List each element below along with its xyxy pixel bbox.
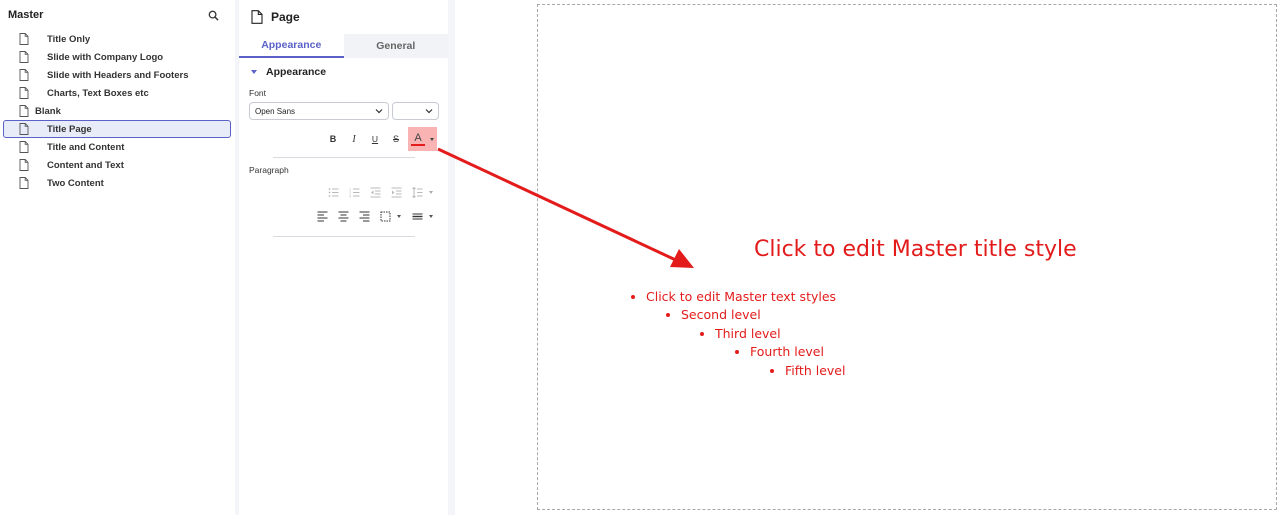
- increase-indent-icon[interactable]: [387, 183, 405, 201]
- master-title: Master: [8, 9, 44, 21]
- tab-appearance[interactable]: Appearance: [239, 34, 344, 58]
- bullet-list-icon[interactable]: [324, 183, 342, 201]
- vertical-align-dropdown-icon[interactable]: [429, 214, 433, 218]
- document-icon: [19, 177, 29, 189]
- align-right-icon[interactable]: [355, 207, 373, 225]
- document-icon: [19, 87, 29, 99]
- page-icon: [251, 10, 263, 24]
- layout-item-title-page[interactable]: Title Page: [3, 120, 231, 138]
- line-spacing-dropdown-icon[interactable]: [429, 190, 433, 194]
- border-dropdown-icon[interactable]: [397, 214, 401, 218]
- layout-item-label: Charts, Text Boxes etc: [47, 87, 149, 99]
- divider: [273, 157, 415, 158]
- section-title: Appearance: [266, 66, 327, 78]
- document-icon: [19, 123, 29, 135]
- document-icon: [19, 105, 29, 117]
- bullet-level-4: Fourth level: [735, 344, 824, 359]
- appearance-section-toggle[interactable]: Appearance: [239, 58, 448, 86]
- bullet-dot: [735, 349, 739, 354]
- align-left-icon[interactable]: [313, 207, 331, 225]
- properties-title: Page: [271, 10, 300, 24]
- document-icon: [19, 159, 29, 171]
- properties-tabs: Appearance General: [239, 34, 448, 58]
- layout-item-label: Title Page: [47, 123, 92, 135]
- bullet-level-3: Third level: [700, 326, 781, 341]
- font-color-button[interactable]: A: [411, 132, 425, 146]
- tab-general[interactable]: General: [343, 34, 448, 58]
- layout-list: Title Only Slide with Company Logo Slide…: [0, 30, 235, 192]
- caret-down-icon: [251, 70, 257, 74]
- numbered-list-icon[interactable]: 123: [345, 183, 363, 201]
- bullet-dot: [770, 368, 774, 373]
- layout-item-blank[interactable]: Blank: [0, 102, 235, 120]
- document-icon: [19, 51, 29, 63]
- font-color-dropdown-icon[interactable]: [430, 137, 434, 141]
- strikethrough-button[interactable]: S: [387, 129, 405, 149]
- layout-item-two-content[interactable]: Two Content: [0, 174, 235, 192]
- master-header: Master: [0, 0, 235, 30]
- document-icon: [19, 69, 29, 81]
- layout-item-title-only[interactable]: Title Only: [0, 30, 235, 48]
- layout-item-label: Title and Content: [47, 141, 125, 153]
- bullet-level-5: Fifth level: [770, 363, 845, 378]
- layout-item-label: Content and Text: [47, 159, 124, 171]
- italic-button[interactable]: I: [345, 129, 363, 149]
- divider: [273, 236, 415, 237]
- line-spacing-icon[interactable]: [408, 183, 426, 201]
- bullet-text: Fifth level: [785, 363, 846, 378]
- font-size-select[interactable]: [392, 102, 439, 120]
- svg-text:3: 3: [349, 194, 351, 198]
- slide-title-placeholder[interactable]: Click to edit Master title style: [754, 237, 1077, 262]
- layout-item-label: Slide with Company Logo: [47, 51, 164, 63]
- document-icon: [19, 33, 29, 45]
- properties-header: Page: [239, 0, 448, 34]
- document-icon: [19, 141, 29, 153]
- bullet-text: Click to edit Master text styles: [646, 289, 837, 304]
- paragraph-label: Paragraph: [249, 165, 289, 175]
- font-label: Font: [249, 88, 267, 98]
- bullet-dot: [631, 294, 635, 299]
- layout-item-headers-footers[interactable]: Slide with Headers and Footers: [0, 66, 235, 84]
- layout-item-charts-text-boxes[interactable]: Charts, Text Boxes etc: [0, 84, 235, 102]
- text-format-toolbar: B I U S A: [239, 127, 448, 151]
- vertical-align-icon[interactable]: [408, 207, 426, 225]
- layout-item-company-logo[interactable]: Slide with Company Logo: [0, 48, 235, 66]
- master-panel: Master Title Only Slide with Company Log…: [0, 0, 235, 515]
- underline-button[interactable]: U: [366, 129, 384, 149]
- bullet-text: Third level: [715, 326, 781, 341]
- layout-item-content-and-text[interactable]: Content and Text: [0, 156, 235, 174]
- layout-item-title-and-content[interactable]: Title and Content: [0, 138, 235, 156]
- chevron-down-icon: [375, 109, 383, 114]
- chevron-down-icon: [425, 109, 433, 114]
- align-center-icon[interactable]: [334, 207, 352, 225]
- layout-item-label: Slide with Headers and Footers: [47, 69, 189, 81]
- slide-master-canvas[interactable]: Click to edit Master title style Click t…: [537, 4, 1277, 510]
- font-row: Open Sans: [239, 102, 448, 120]
- font-color-group: A: [408, 127, 437, 151]
- decrease-indent-icon[interactable]: [366, 183, 384, 201]
- search-icon[interactable]: [206, 8, 220, 22]
- layout-item-label: Blank: [35, 105, 61, 117]
- layout-item-label: Two Content: [47, 177, 104, 189]
- bullet-dot: [666, 312, 670, 317]
- paragraph-list-toolbar: 123: [239, 180, 448, 204]
- bullet-level-1: Click to edit Master text styles: [631, 289, 836, 304]
- font-family-select[interactable]: Open Sans: [249, 102, 389, 120]
- bullet-dot: [700, 331, 704, 336]
- border-icon[interactable]: [376, 207, 394, 225]
- paragraph-align-toolbar: [239, 204, 448, 228]
- bullet-text: Second level: [681, 307, 761, 322]
- properties-panel: Page Appearance General Appearance Font …: [239, 0, 448, 515]
- bullet-level-2: Second level: [666, 307, 761, 322]
- font-family-value: Open Sans: [255, 106, 296, 116]
- bullet-text: Fourth level: [750, 344, 824, 359]
- canvas-area: Click to edit Master title style Click t…: [455, 0, 1282, 515]
- layout-item-label: Title Only: [47, 33, 91, 45]
- bold-button[interactable]: B: [324, 129, 342, 149]
